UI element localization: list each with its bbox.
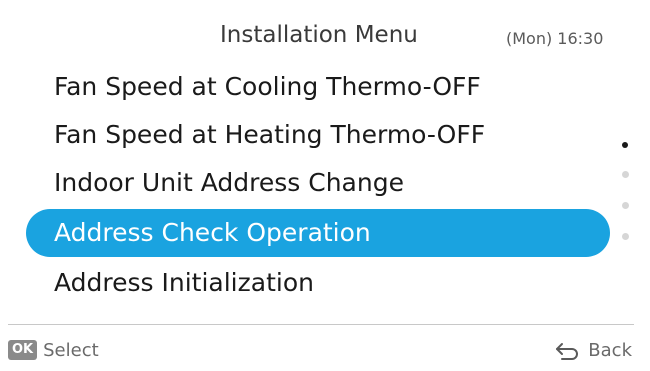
clock-readout: (Mon) 16:30 bbox=[506, 29, 604, 48]
return-arrow-icon bbox=[554, 340, 582, 360]
page-dot-1 bbox=[622, 142, 628, 148]
page-title: Installation Menu bbox=[220, 22, 418, 48]
page-dot-3 bbox=[622, 202, 629, 209]
footer-divider bbox=[8, 324, 634, 325]
menu-item-indoor-unit-address-change[interactable]: Indoor Unit Address Change bbox=[26, 159, 610, 207]
page-dot-4 bbox=[622, 233, 629, 240]
select-hint: OK Select bbox=[8, 338, 99, 362]
back-label: Back bbox=[588, 339, 632, 361]
ok-button-icon: OK bbox=[8, 340, 38, 360]
menu-item-address-initialization[interactable]: Address Initialization bbox=[26, 259, 610, 307]
back-button[interactable]: Back bbox=[554, 338, 632, 362]
select-label: Select bbox=[43, 339, 99, 361]
menu-item-fan-speed-heating[interactable]: Fan Speed at Heating Thermo-OFF bbox=[26, 111, 610, 159]
menu-item-fan-speed-cooling[interactable]: Fan Speed at Cooling Thermo-OFF bbox=[26, 63, 610, 111]
menu-item-address-check-operation[interactable]: Address Check Operation bbox=[26, 209, 610, 257]
page-dot-2 bbox=[622, 171, 629, 178]
installation-menu-screen: Installation Menu (Mon) 16:30 Fan Speed … bbox=[0, 0, 650, 371]
